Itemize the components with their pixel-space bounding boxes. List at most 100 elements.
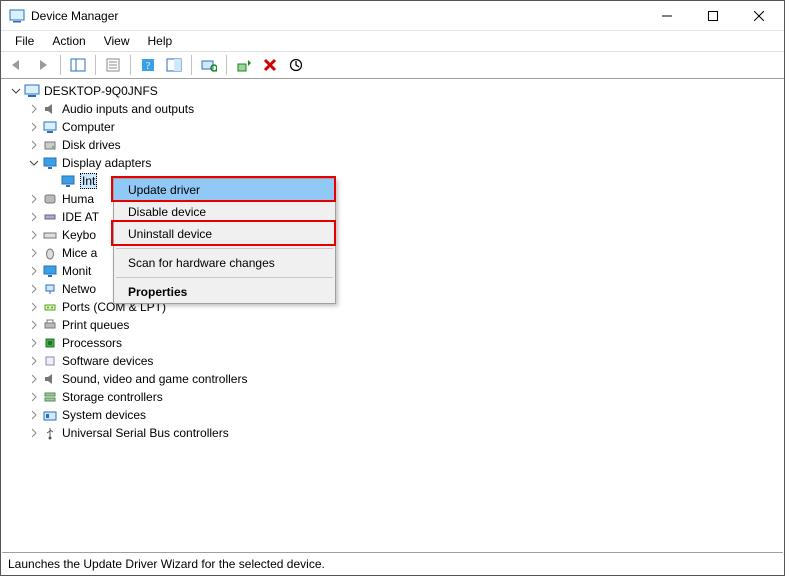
disk-icon — [42, 137, 58, 153]
hid-icon — [42, 191, 58, 207]
mouse-icon — [42, 245, 58, 261]
forward-button[interactable] — [31, 53, 55, 77]
computer-icon — [42, 119, 58, 135]
chevron-down-icon[interactable] — [26, 155, 42, 171]
titlebar: Device Manager — [1, 1, 784, 31]
menu-help[interactable]: Help — [140, 32, 181, 50]
chevron-right-icon[interactable] — [26, 299, 42, 315]
speaker-icon — [42, 371, 58, 387]
show-hide-tree-button[interactable] — [66, 53, 90, 77]
status-text: Launches the Update Driver Wizard for th… — [8, 557, 325, 571]
status-bar: Launches the Update Driver Wizard for th… — [2, 552, 783, 574]
category-label: Disk drives — [62, 138, 121, 152]
chevron-right-icon[interactable] — [26, 389, 42, 405]
menubar: File Action View Help — [1, 31, 784, 51]
printer-icon — [42, 317, 58, 333]
chevron-right-icon[interactable] — [26, 245, 42, 261]
chevron-right-icon[interactable] — [26, 353, 42, 369]
close-button[interactable] — [736, 1, 782, 31]
chevron-right-icon[interactable] — [26, 425, 42, 441]
category-label: Huma — [62, 192, 94, 206]
cpu-icon — [42, 335, 58, 351]
ctx-uninstall-device[interactable]: Uninstall device — [114, 223, 335, 245]
chevron-right-icon[interactable] — [26, 137, 42, 153]
chevron-right-icon[interactable] — [26, 371, 42, 387]
keyboard-icon — [42, 227, 58, 243]
chevron-right-icon[interactable] — [26, 317, 42, 333]
category-label: Display adapters — [62, 156, 151, 170]
toolbar-separator — [226, 55, 227, 75]
ctx-update-driver[interactable]: Update driver — [114, 179, 335, 201]
usb-icon — [42, 425, 58, 441]
tree-category[interactable]: Processors — [2, 334, 783, 352]
ctx-disable-device[interactable]: Disable device — [114, 201, 335, 223]
maximize-button[interactable] — [690, 1, 736, 31]
properties-button[interactable] — [101, 53, 125, 77]
tree-category[interactable]: Sound, video and game controllers — [2, 370, 783, 388]
tree-category[interactable]: Storage controllers — [2, 388, 783, 406]
network-icon — [42, 281, 58, 297]
chevron-right-icon[interactable] — [26, 263, 42, 279]
ctx-separator — [116, 277, 333, 278]
svg-text:?: ? — [146, 61, 151, 72]
category-label: Universal Serial Bus controllers — [62, 426, 229, 440]
category-label: Keybo — [62, 228, 96, 242]
chevron-right-icon[interactable] — [26, 209, 42, 225]
tree-category[interactable]: Audio inputs and outputs — [2, 100, 783, 118]
chevron-right-icon[interactable] — [26, 227, 42, 243]
tree-root[interactable]: DESKTOP-9Q0JNFS — [2, 82, 783, 100]
help-button[interactable]: ? — [136, 53, 160, 77]
toolbar-button[interactable] — [162, 53, 186, 77]
chevron-right-icon[interactable] — [26, 407, 42, 423]
software-icon — [42, 353, 58, 369]
scan-hardware-button[interactable] — [197, 53, 221, 77]
chevron-right-icon[interactable] — [26, 101, 42, 117]
category-label: IDE AT — [62, 210, 99, 224]
toolbar: ? — [1, 51, 784, 79]
toolbar-separator — [191, 55, 192, 75]
app-icon — [9, 8, 25, 24]
computer-icon — [24, 83, 40, 99]
ide-icon — [42, 209, 58, 225]
chevron-right-icon[interactable] — [26, 191, 42, 207]
tree-category[interactable]: Print queues — [2, 316, 783, 334]
context-menu: Update driver Disable device Uninstall d… — [113, 178, 336, 304]
chevron-right-icon[interactable] — [26, 281, 42, 297]
category-label: Processors — [62, 336, 122, 350]
category-label: Monit — [62, 264, 91, 278]
category-label: Computer — [62, 120, 115, 134]
toolbar-separator — [95, 55, 96, 75]
ctx-scan-hardware[interactable]: Scan for hardware changes — [114, 252, 335, 274]
monitor-icon — [42, 155, 58, 171]
window-title: Device Manager — [31, 9, 118, 23]
tree-category[interactable]: Software devices — [2, 352, 783, 370]
category-label: Print queues — [62, 318, 129, 332]
tree-category[interactable]: Display adapters — [2, 154, 783, 172]
tree-category[interactable]: Universal Serial Bus controllers — [2, 424, 783, 442]
port-icon — [42, 299, 58, 315]
storage-icon — [42, 389, 58, 405]
tree-category[interactable]: Disk drives — [2, 136, 783, 154]
chevron-down-icon[interactable] — [8, 83, 24, 99]
tree-category[interactable]: System devices — [2, 406, 783, 424]
chevron-right-icon[interactable] — [26, 335, 42, 351]
menu-action[interactable]: Action — [44, 32, 93, 50]
ctx-properties[interactable]: Properties — [114, 281, 335, 303]
tree-category[interactable]: Computer — [2, 118, 783, 136]
monitor-icon — [42, 263, 58, 279]
menu-file[interactable]: File — [7, 32, 42, 50]
speaker-icon — [42, 101, 58, 117]
uninstall-button[interactable] — [258, 53, 282, 77]
minimize-button[interactable] — [644, 1, 690, 31]
update-driver-button[interactable] — [232, 53, 256, 77]
device-tree[interactable]: DESKTOP-9Q0JNFS Audio inputs and outputs… — [2, 81, 783, 551]
toolbar-separator — [130, 55, 131, 75]
category-label: System devices — [62, 408, 146, 422]
menu-view[interactable]: View — [96, 32, 138, 50]
chevron-right-icon[interactable] — [26, 119, 42, 135]
category-label: Sound, video and game controllers — [62, 372, 247, 386]
back-button[interactable] — [5, 53, 29, 77]
disable-button[interactable] — [284, 53, 308, 77]
display-adapter-icon — [60, 173, 76, 189]
category-label: Netwo — [62, 282, 96, 296]
